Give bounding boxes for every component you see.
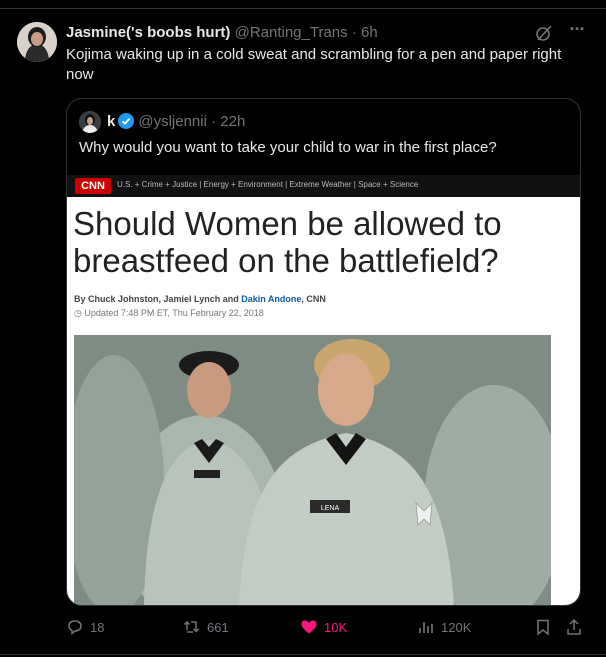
quoted-author-handle[interactable]: @ysljennii [138,113,207,130]
byline-link: Dakin Andone [241,294,302,304]
tweet-text: Kojima waking up in a cold sweat and scr… [66,46,562,83]
action-bar: 18 661 10K 120K [0,618,606,642]
bookmark-button[interactable] [534,618,552,636]
bookmark-icon [537,619,549,636]
views-button[interactable]: 120K [417,618,471,636]
quoted-tweet[interactable]: k @ysljennii · 22h Why would you want to … [66,98,581,606]
tweet-header: Jasmine('s boobs hurt) @Ranting_Trans · … [66,24,378,41]
verified-icon [118,113,135,129]
author-avatar[interactable] [17,22,57,62]
tweet-time[interactable]: · 6h [352,24,378,41]
cnn-nav-links: U.S. + Crime + Justice | Energy + Enviro… [117,180,419,189]
quoted-avatar[interactable] [79,111,101,133]
reply-count: 18 [90,619,105,635]
like-button[interactable]: 10K [300,618,347,636]
repost-button[interactable]: 661 [183,618,229,636]
views-icon [419,622,433,633]
grok-icon[interactable] [535,24,553,42]
article-photo: LENA [67,335,564,605]
quoted-author-name[interactable]: k [107,113,115,130]
author-handle[interactable]: @Ranting_Trans [235,24,348,41]
byline-prefix: By Chuck Johnston, Jamiel Lynch and [74,294,242,304]
quoted-time[interactable]: · 22h [211,113,245,130]
article-headline: Should Women be allowed to breastfeed on… [73,205,502,279]
updated-text: Updated 7:48 PM ET, Thu February 22, 201… [84,308,264,318]
bottom-divider [0,654,606,655]
views-count: 120K [441,619,472,635]
reply-button[interactable]: 18 [66,618,104,636]
cnn-navbar: CNN U.S. + Crime + Justice | Energy + En… [67,175,580,197]
article-byline: By Chuck Johnston, Jamiel Lynch and Daki… [74,294,326,304]
byline-suffix: , CNN [301,294,326,304]
repost-icon [183,620,200,633]
quoted-header: k @ysljennii · 22h [107,113,245,130]
name-tag: LENA [321,505,340,512]
reply-icon [68,620,82,636]
like-count: 10K [324,619,348,635]
share-icon [567,618,581,635]
clock-icon: ◷ [74,308,82,318]
share-button[interactable] [565,618,583,636]
author-name[interactable]: Jasmine('s boobs hurt) [66,24,230,41]
article-updated: ◷ Updated 7:48 PM ET, Thu February 22, 2… [74,308,264,319]
more-icon[interactable]: ··· [566,20,588,42]
repost-count: 661 [207,619,229,635]
top-divider [0,8,606,9]
like-icon [301,620,317,634]
article-image[interactable]: CNN U.S. + Crime + Justice | Energy + En… [67,175,580,605]
cnn-logo: CNN [75,178,111,194]
quoted-text: Why would you want to take your child to… [79,139,497,156]
